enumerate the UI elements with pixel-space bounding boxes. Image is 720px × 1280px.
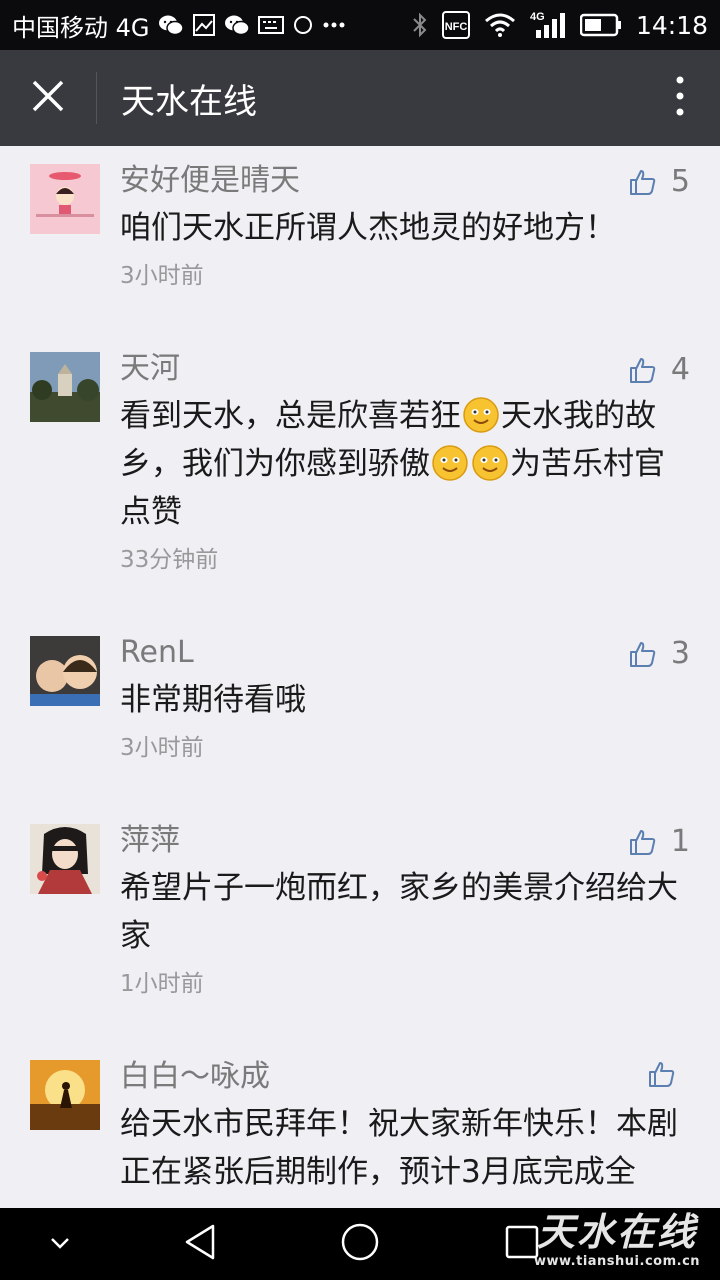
avatar[interactable]: [30, 1060, 100, 1130]
wechat-icon: [224, 14, 250, 36]
comment-text: 非常期待看哦: [120, 682, 306, 718]
comment-time: 3小时前: [120, 735, 204, 761]
site-watermark: 天水在线 www.tianshui.com.cn: [522, 1210, 712, 1278]
comment-author[interactable]: 安好便是晴天: [120, 158, 300, 204]
back-triangle-icon: [183, 1223, 217, 1265]
avatar[interactable]: [30, 636, 100, 706]
circle-icon: [292, 14, 314, 36]
signal-icon: 4G: [530, 10, 566, 40]
thumbs-up-icon: [629, 828, 657, 856]
comment-time: 1小时前: [120, 971, 204, 997]
comment-author[interactable]: 天河: [120, 346, 180, 392]
app-bar-divider: [96, 72, 97, 124]
like-button[interactable]: 5: [629, 164, 690, 200]
kids-photo-avatar: [30, 636, 100, 706]
navigation-bar: 天水在线 www.tianshui.com.cn: [0, 1208, 720, 1280]
avatar[interactable]: [30, 164, 100, 234]
comment-list[interactable]: 安好便是晴天 5 咱们天水正所谓人杰地灵的好地方！ 3小时前 天河 4 看到天水…: [0, 146, 720, 1208]
more-dots-icon: [322, 21, 346, 29]
like-button[interactable]: 1: [629, 824, 690, 860]
like-button[interactable]: [648, 1060, 690, 1088]
wifi-icon: [484, 12, 516, 38]
comment-author[interactable]: 萍萍: [120, 818, 180, 864]
page-title: 天水在线: [121, 81, 257, 122]
keyboard-icon: [257, 15, 284, 35]
landscape-avatar: [30, 352, 100, 422]
sunset-avatar: [30, 1060, 100, 1130]
watermark-logo: 天水在线: [536, 1209, 697, 1254]
comment-text: 希望片子一炮而红，家乡的美景介绍给大家: [120, 870, 678, 954]
hide-nav-button[interactable]: [30, 1208, 90, 1280]
watermark-url: www.tianshui.com.cn: [533, 1254, 701, 1269]
home-button[interactable]: [330, 1208, 390, 1280]
avatar[interactable]: [30, 352, 100, 422]
bluetooth-icon: [412, 12, 428, 38]
nfc-icon: NFC: [441, 11, 470, 39]
close-button[interactable]: [0, 50, 96, 146]
smile-emoji: [432, 445, 468, 481]
close-icon: [31, 79, 65, 117]
comment-time: 3小时前: [120, 263, 204, 289]
like-button[interactable]: 4: [629, 352, 690, 388]
like-button[interactable]: 3: [629, 636, 690, 672]
thumbs-up-icon: [629, 168, 657, 196]
comment-text: 看到天水，总是欣喜若狂 天水我的故乡，我们为你感到骄傲 为苦乐村官点赞: [120, 397, 665, 530]
like-count: 3: [670, 636, 690, 671]
carrier-label: 中国移动 4G: [12, 13, 150, 42]
status-bar: 中国移动 4G NFC 4G 14:18: [0, 0, 720, 50]
wechat-icon: [158, 14, 184, 36]
comment-author[interactable]: 白白～咏成: [120, 1054, 270, 1100]
battery-icon: [579, 13, 622, 37]
chevron-down-icon: [49, 1235, 71, 1254]
comment-author[interactable]: RenL: [120, 630, 194, 676]
app-bar: 天水在线: [0, 50, 720, 146]
svg-text:NFC: NFC: [445, 21, 468, 33]
image-icon: [192, 13, 216, 37]
smile-emoji: [463, 397, 499, 433]
thumbs-up-icon: [629, 356, 657, 384]
avatar[interactable]: [30, 824, 100, 894]
thumbs-up-icon: [629, 640, 657, 668]
clock: 14:18: [635, 10, 708, 40]
comment-text: 咱们天水正所谓人杰地灵的好地方！: [120, 210, 616, 246]
smile-emoji: [472, 445, 508, 481]
like-count: 1: [670, 824, 690, 859]
more-vertical-icon: [676, 76, 684, 120]
home-circle-icon: [340, 1222, 380, 1266]
like-count: 4: [670, 352, 690, 387]
comment-time: 33分钟前: [120, 547, 219, 573]
like-count: 5: [670, 164, 690, 199]
comment-text: 给天水市民拜年！祝大家新年快乐！本剧正在紧张后期制作，预计3月底完成全: [120, 1106, 678, 1190]
anime-girl-avatar: [30, 824, 100, 894]
thumbs-up-icon: [648, 1060, 676, 1088]
more-button[interactable]: [640, 50, 720, 146]
svg-text:4G: 4G: [530, 11, 545, 23]
back-button[interactable]: [170, 1208, 230, 1280]
pink-cartoon-avatar: [30, 164, 100, 234]
